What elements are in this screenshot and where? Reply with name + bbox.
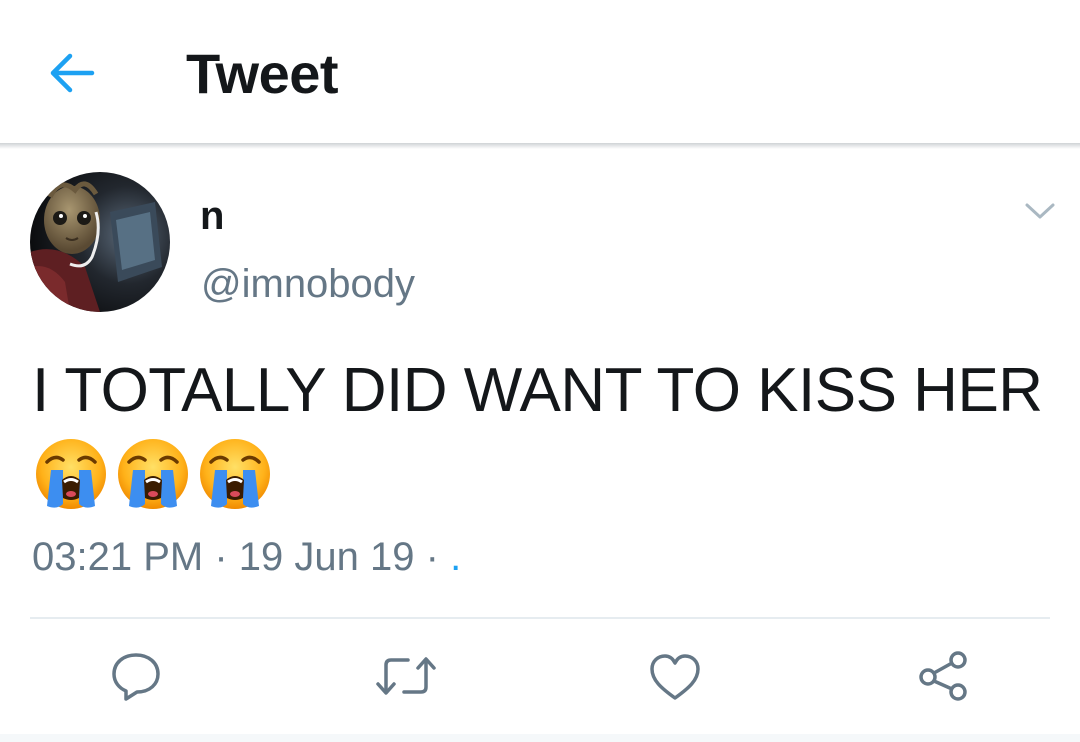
tweet-source-link[interactable]: . bbox=[450, 535, 461, 579]
actions-divider bbox=[30, 617, 1050, 619]
retweet-button[interactable] bbox=[374, 648, 436, 704]
heart-icon bbox=[650, 654, 700, 700]
header-divider bbox=[0, 143, 1080, 149]
retweet-icon bbox=[376, 657, 436, 695]
timestamp-separator: · bbox=[425, 535, 439, 579]
like-button[interactable] bbox=[645, 648, 705, 704]
top-bar: Tweet bbox=[0, 0, 1080, 143]
share-button[interactable] bbox=[914, 648, 974, 704]
back-button[interactable] bbox=[44, 48, 100, 98]
timestamp-separator: · bbox=[214, 535, 228, 579]
author-handle[interactable]: @imnobody bbox=[201, 260, 415, 308]
arrow-left-icon bbox=[50, 53, 95, 93]
loudly-crying-face-icon bbox=[36, 439, 106, 509]
tweet-time: 03:21 PM bbox=[32, 535, 204, 579]
bottom-divider bbox=[0, 734, 1080, 742]
tweet-options-button[interactable] bbox=[1020, 196, 1060, 226]
tweet-date: 19 Jun 19 bbox=[238, 535, 415, 579]
emoji-row bbox=[33, 436, 273, 512]
share-icon bbox=[919, 651, 967, 701]
author-display-name[interactable]: n bbox=[200, 192, 224, 240]
reply-icon bbox=[112, 653, 160, 701]
avatar[interactable] bbox=[30, 172, 170, 312]
reply-button[interactable] bbox=[106, 648, 166, 704]
tweet-timestamp: 03:21 PM · 19 Jun 19 · . bbox=[32, 532, 461, 582]
tweet-text: I TOTALLY DID WANT TO KISS HER bbox=[32, 356, 1043, 425]
chevron-down-icon bbox=[1025, 203, 1055, 219]
loudly-crying-face-icon bbox=[118, 439, 188, 509]
loudly-crying-face-icon bbox=[200, 439, 270, 509]
page-title: Tweet bbox=[186, 42, 339, 105]
groot-avatar bbox=[30, 172, 170, 312]
